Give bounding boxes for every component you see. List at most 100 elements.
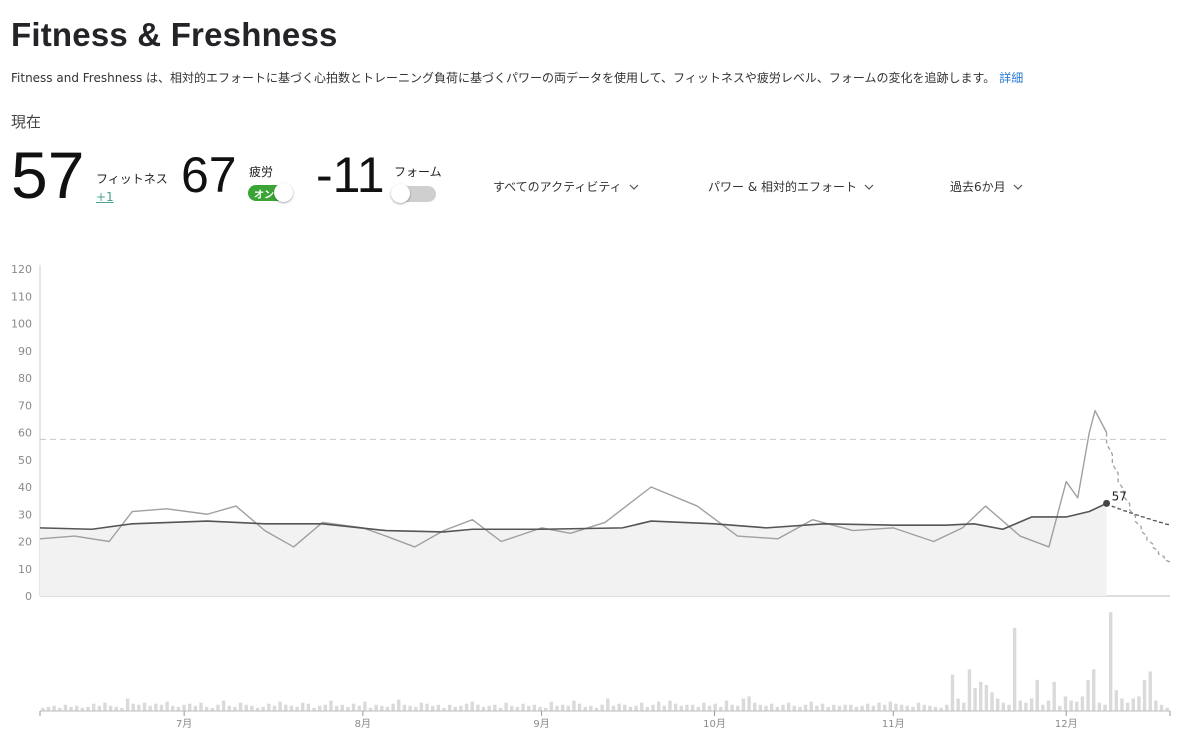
activity-bar	[962, 702, 966, 711]
activity-bar	[781, 704, 785, 711]
fatigue-toggle[interactable]: オン	[248, 183, 293, 202]
activity-bar	[464, 703, 469, 711]
activity-bar	[696, 706, 700, 711]
range-dropdown[interactable]: 過去6か月	[950, 178, 1023, 195]
activity-bar	[363, 701, 367, 711]
activity-bar	[510, 705, 514, 711]
activity-bar	[798, 706, 802, 711]
activity-bar	[888, 701, 893, 711]
activity-bar	[351, 703, 356, 711]
activity-bar	[182, 704, 186, 711]
y-tick-label: 90	[18, 345, 32, 358]
activity-bar	[75, 705, 79, 711]
activity-bar	[945, 704, 949, 711]
activity-bar	[928, 705, 932, 711]
activity-bar	[1024, 702, 1028, 711]
form-toggle[interactable]	[391, 184, 436, 203]
activity-dropdown[interactable]: すべてのアクティビティ	[493, 178, 639, 195]
x-tick-label: 9月	[533, 718, 549, 729]
activity-bar	[899, 704, 904, 711]
activity-bar	[46, 706, 51, 711]
activity-bar	[1007, 704, 1011, 711]
activity-bar	[577, 703, 582, 711]
activity-bar	[52, 705, 56, 711]
description-text: Fitness and Freshness は、相対的エフォートに基づく心拍数と…	[11, 71, 996, 85]
activity-bar	[317, 705, 322, 711]
activity-bar	[849, 704, 853, 711]
activity-bar	[882, 704, 887, 711]
activity-bar	[1041, 704, 1045, 711]
activity-bar	[753, 702, 757, 711]
activity-bar	[1148, 671, 1152, 711]
form-value: -11	[316, 147, 385, 203]
activity-bar	[216, 704, 220, 711]
activity-bar	[837, 705, 842, 711]
activity-bar	[679, 705, 683, 711]
activity-bar	[854, 706, 859, 711]
current-label: 現在	[11, 113, 42, 131]
activity-bar	[950, 674, 955, 711]
current-fitness-label: 57	[1112, 489, 1127, 503]
activity-bar	[1092, 669, 1096, 711]
activity-bar	[357, 705, 361, 711]
activity-bar	[995, 698, 1000, 711]
fitness-projection-line	[1105, 503, 1171, 526]
activity-bar	[261, 706, 265, 711]
activity-bar	[662, 705, 667, 711]
activity-bar	[775, 706, 780, 711]
activity-bar	[871, 705, 876, 711]
activity-bar	[741, 698, 746, 711]
activity-bar	[515, 706, 520, 711]
activity-bar	[933, 706, 938, 711]
activity-bar	[713, 703, 717, 711]
activity-bar	[984, 685, 989, 711]
activity-bar	[628, 706, 633, 711]
activity-bar	[329, 700, 333, 711]
activity-bar	[1075, 701, 1079, 711]
activity-bar	[527, 705, 531, 711]
activity-bar	[1159, 704, 1164, 711]
activity-bar	[1012, 627, 1017, 711]
fatigue-toggle-label: オン	[254, 190, 274, 201]
activity-bar	[334, 705, 339, 711]
activity-bar	[922, 704, 926, 711]
activity-bar	[374, 704, 378, 711]
activity-bar	[979, 681, 983, 711]
activity-bar	[673, 703, 678, 711]
activity-bar	[114, 706, 118, 711]
activity-bar	[436, 704, 441, 711]
activity-bar	[1120, 698, 1124, 711]
activity-bar	[719, 706, 723, 711]
data-type-dropdown[interactable]: パワー & 相対的エフォート	[708, 178, 874, 195]
y-tick-label: 70	[18, 399, 32, 412]
activity-bar	[487, 705, 491, 711]
activity-bar	[493, 704, 497, 711]
activity-bar	[408, 705, 412, 711]
activity-dropdown-label: すべてのアクティビティ	[493, 180, 622, 194]
activity-bar	[1154, 700, 1158, 711]
activity-bar	[459, 705, 463, 711]
activity-bar	[815, 705, 819, 711]
activity-bar	[272, 705, 277, 711]
toggle-knob	[274, 183, 293, 202]
activity-bar	[1097, 702, 1102, 711]
x-tick-label: 10月	[703, 718, 726, 729]
details-link[interactable]: 詳細	[999, 71, 1023, 85]
fitness-area	[40, 503, 1107, 596]
activity-bar	[284, 704, 288, 711]
activity-bar	[340, 704, 344, 711]
activity-bar	[346, 706, 350, 711]
page-title: Fitness & Freshness	[11, 16, 338, 53]
activity-bar	[606, 698, 610, 711]
activity-bar	[894, 703, 898, 711]
activity-bar	[204, 706, 209, 711]
activity-bar	[690, 704, 695, 711]
activity-bar	[809, 701, 813, 711]
activity-bar	[792, 705, 796, 711]
activity-bar	[634, 705, 638, 711]
activity-bar	[1108, 612, 1113, 711]
activity-bar	[97, 705, 102, 711]
activity-bar	[555, 705, 559, 711]
fitness-delta[interactable]: +1	[96, 190, 114, 204]
activity-bar	[916, 702, 921, 711]
